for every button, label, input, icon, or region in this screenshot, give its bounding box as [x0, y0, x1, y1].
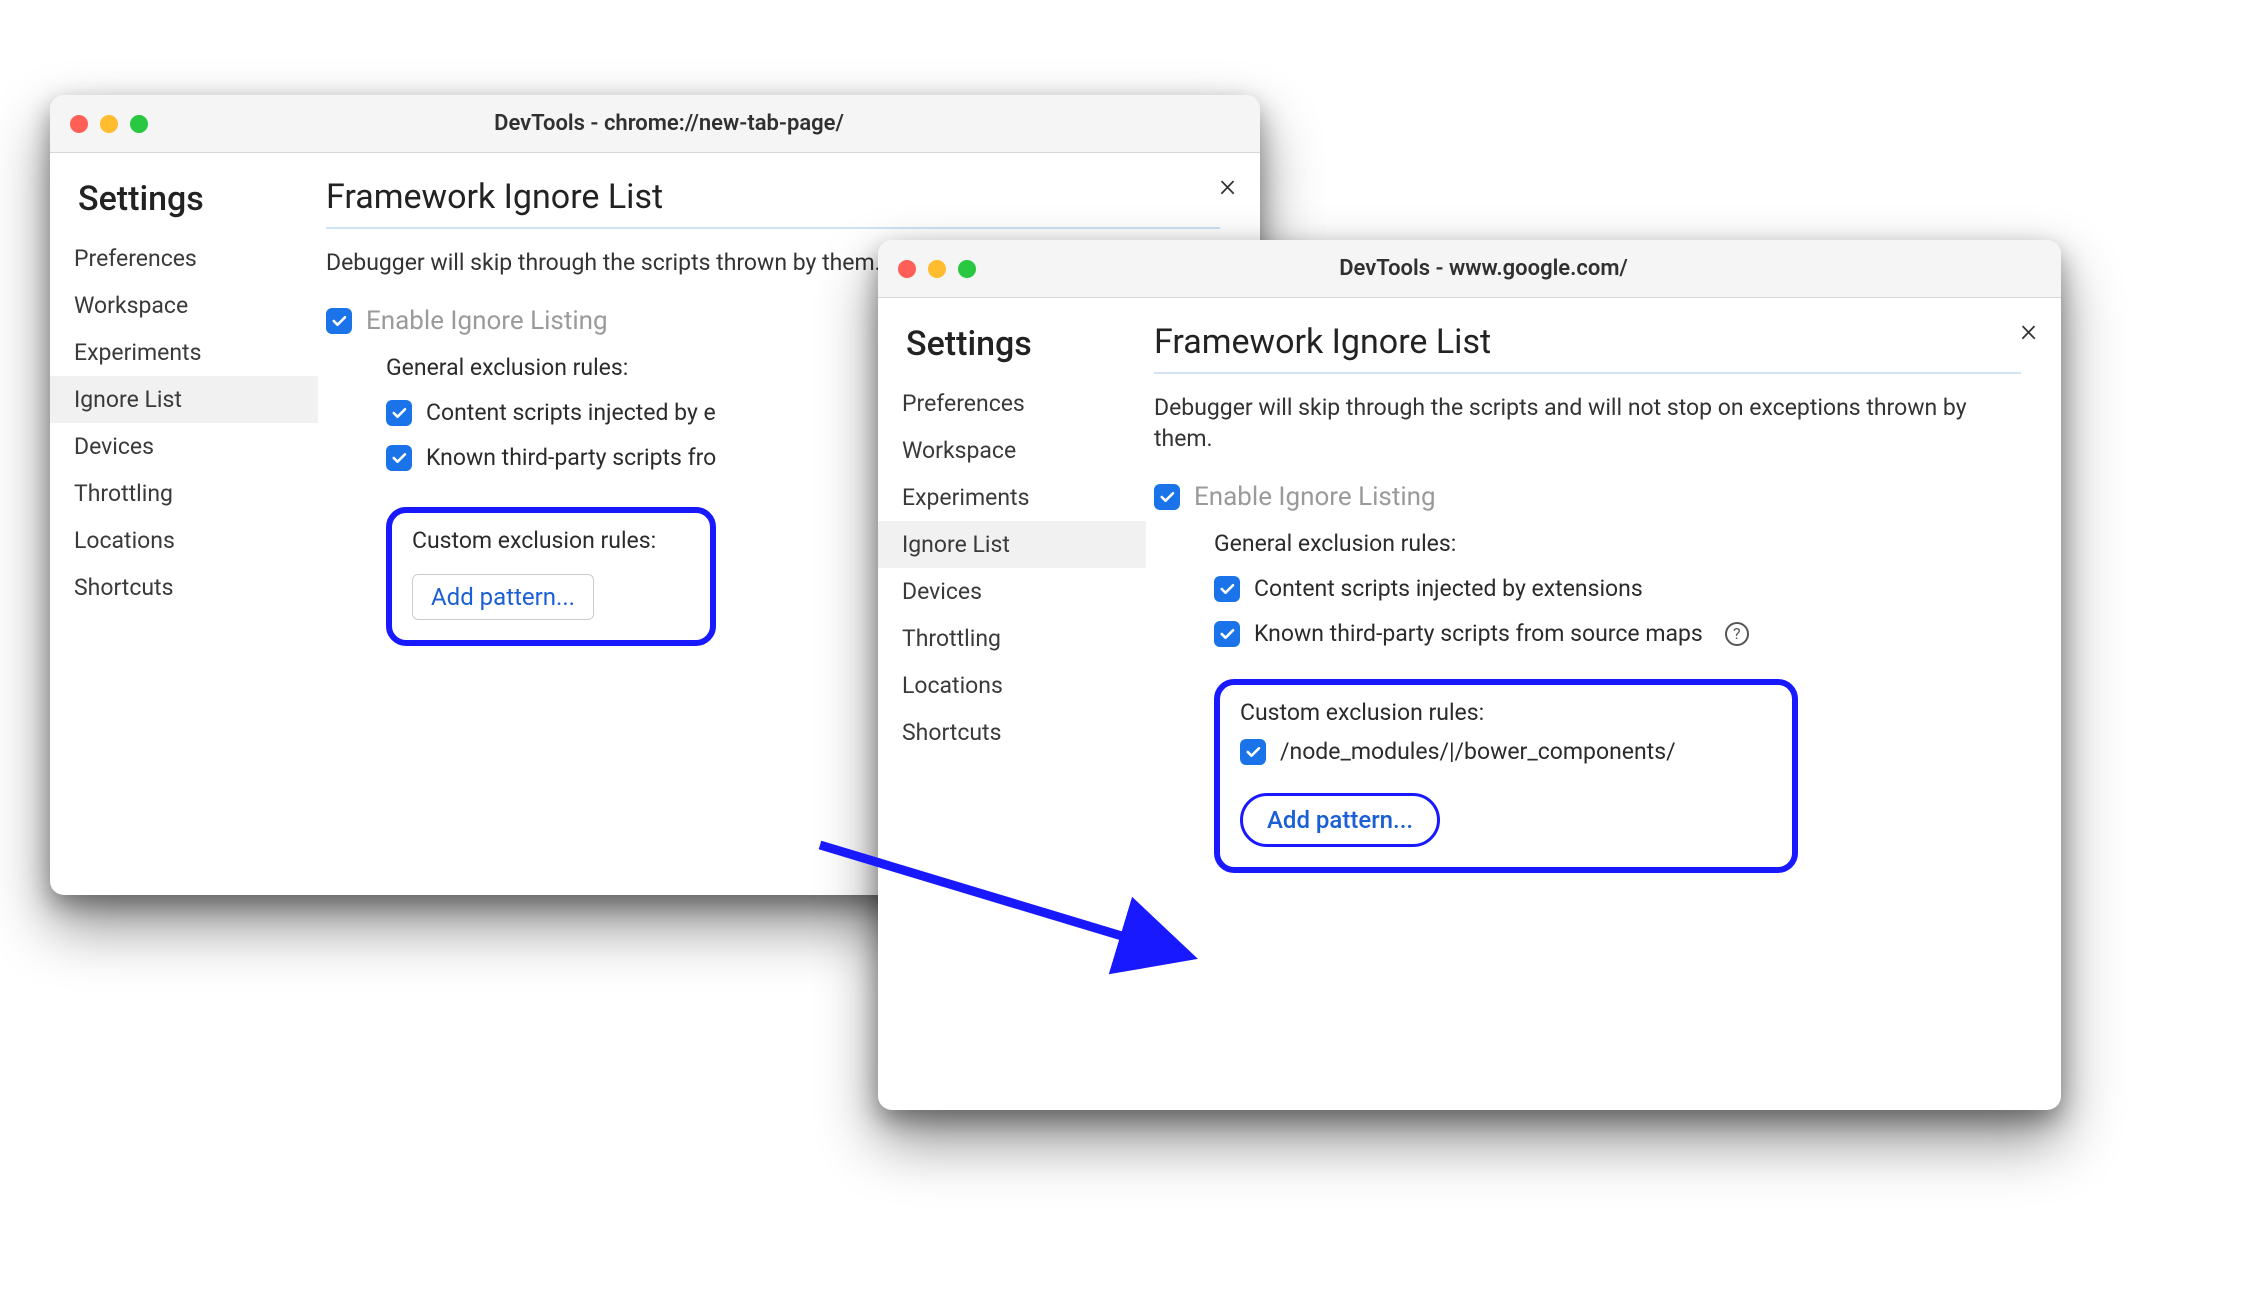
sidebar-item-locations[interactable]: Locations — [50, 517, 318, 564]
minimize-dot-icon[interactable] — [928, 260, 946, 278]
close-dot-icon[interactable] — [70, 115, 88, 133]
help-icon[interactable]: ? — [1725, 622, 1749, 646]
custom-rules-heading: Custom exclusion rules: — [412, 527, 690, 554]
traffic-lights — [70, 115, 148, 133]
minimize-dot-icon[interactable] — [100, 115, 118, 133]
checkbox-checked-icon[interactable] — [386, 400, 412, 426]
titlebar: DevTools - chrome://new-tab-page/ — [50, 95, 1260, 153]
sidebar-item-throttling[interactable]: Throttling — [878, 615, 1146, 662]
settings-heading: Settings — [878, 318, 1146, 380]
add-pattern-button[interactable]: Add pattern... — [412, 574, 594, 620]
general-rules-heading: General exclusion rules: — [1214, 530, 2021, 557]
checkbox-checked-icon[interactable] — [326, 308, 352, 334]
page-title: Framework Ignore List — [326, 177, 1220, 229]
pattern-value: /node_modules/|/bower_components/ — [1280, 738, 1676, 765]
sidebar-item-ignore-list[interactable]: Ignore List — [50, 376, 318, 423]
sidebar-item-experiments[interactable]: Experiments — [878, 474, 1146, 521]
sidebar-item-workspace[interactable]: Workspace — [878, 427, 1146, 474]
devtools-window-2: DevTools - www.google.com/ × Settings Pr… — [878, 240, 2061, 1110]
sidebar-item-preferences[interactable]: Preferences — [50, 235, 318, 282]
titlebar: DevTools - www.google.com/ — [878, 240, 2061, 298]
sidebar-item-workspace[interactable]: Workspace — [50, 282, 318, 329]
sidebar-item-preferences[interactable]: Preferences — [878, 380, 1146, 427]
sidebar-item-shortcuts[interactable]: Shortcuts — [50, 564, 318, 611]
page-description: Debugger will skip through the scripts a… — [1154, 392, 2021, 454]
content-scripts-label: Content scripts injected by extensions — [1254, 575, 1643, 602]
content-scripts-row[interactable]: Content scripts injected by extensions — [1214, 575, 2021, 602]
sidebar-item-experiments[interactable]: Experiments — [50, 329, 318, 376]
traffic-lights — [898, 260, 976, 278]
sidebar-item-devices[interactable]: Devices — [878, 568, 1146, 615]
close-dot-icon[interactable] — [898, 260, 916, 278]
enable-ignore-listing-label: Enable Ignore Listing — [366, 306, 608, 336]
sidebar-item-shortcuts[interactable]: Shortcuts — [878, 709, 1146, 756]
add-pattern-button[interactable]: Add pattern... — [1240, 793, 1440, 847]
sidebar-item-devices[interactable]: Devices — [50, 423, 318, 470]
maximize-dot-icon[interactable] — [130, 115, 148, 133]
custom-rules-heading: Custom exclusion rules: — [1240, 699, 1772, 726]
checkbox-checked-icon[interactable] — [1214, 621, 1240, 647]
settings-sidebar: Settings Preferences Workspace Experimen… — [878, 298, 1146, 1110]
close-settings-icon[interactable]: × — [2020, 314, 2037, 346]
sidebar-item-throttling[interactable]: Throttling — [50, 470, 318, 517]
settings-heading: Settings — [50, 173, 318, 235]
sidebar-item-ignore-list[interactable]: Ignore List — [878, 521, 1146, 568]
enable-ignore-listing-row[interactable]: Enable Ignore Listing — [1154, 482, 2021, 512]
page-title: Framework Ignore List — [1154, 322, 2021, 374]
sidebar-item-locations[interactable]: Locations — [878, 662, 1146, 709]
content-scripts-label: Content scripts injected by e — [426, 399, 716, 426]
window-title: DevTools - www.google.com/ — [976, 256, 2041, 281]
third-party-label: Known third-party scripts from source ma… — [1254, 620, 1703, 647]
checkbox-checked-icon[interactable] — [1154, 484, 1180, 510]
window-title: DevTools - chrome://new-tab-page/ — [148, 111, 1240, 136]
checkbox-checked-icon[interactable] — [1240, 739, 1266, 765]
checkbox-checked-icon[interactable] — [386, 445, 412, 471]
pattern-row[interactable]: /node_modules/|/bower_components/ — [1240, 738, 1772, 765]
third-party-label: Known third-party scripts fro — [426, 444, 716, 471]
maximize-dot-icon[interactable] — [958, 260, 976, 278]
enable-ignore-listing-label: Enable Ignore Listing — [1194, 482, 1436, 512]
settings-main: Framework Ignore List Debugger will skip… — [1146, 298, 2061, 1110]
custom-rules-highlight: Custom exclusion rules: /node_modules/|/… — [1214, 679, 1798, 873]
third-party-row[interactable]: Known third-party scripts from source ma… — [1214, 620, 2021, 647]
checkbox-checked-icon[interactable] — [1214, 576, 1240, 602]
close-settings-icon[interactable]: × — [1219, 169, 1236, 201]
settings-sidebar: Settings Preferences Workspace Experimen… — [50, 153, 318, 895]
custom-rules-highlight: Custom exclusion rules: Add pattern... — [386, 507, 716, 646]
